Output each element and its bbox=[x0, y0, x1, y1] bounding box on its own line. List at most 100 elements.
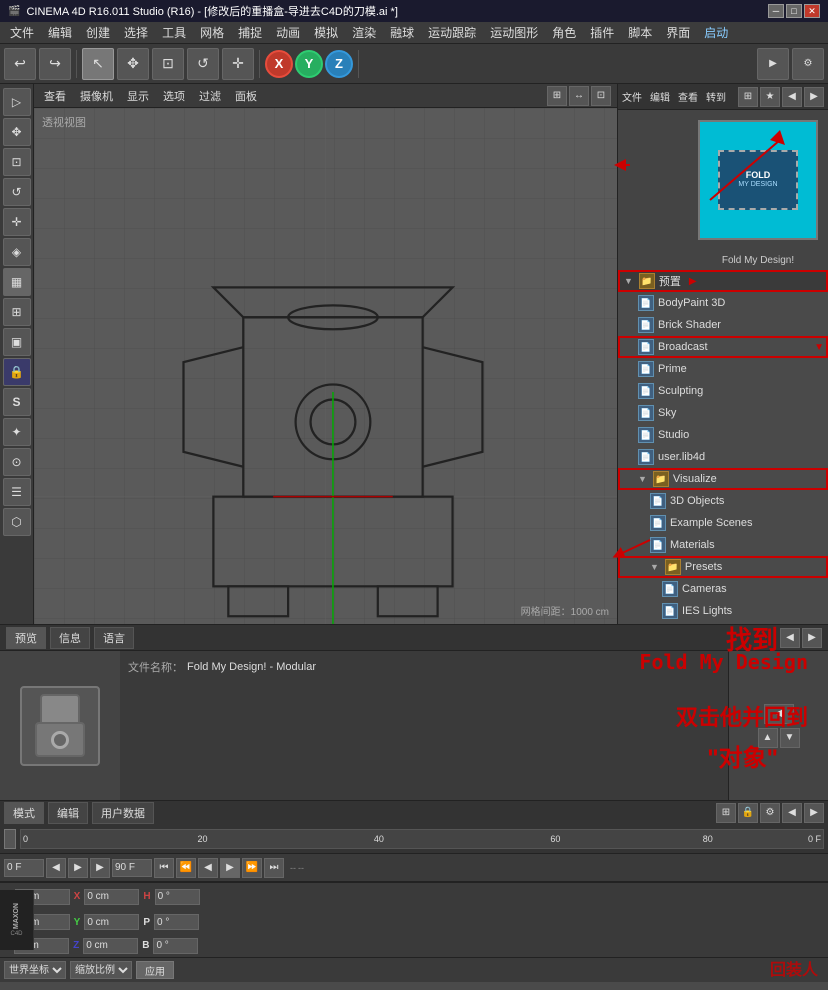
viewport-tab-view[interactable]: 查看 bbox=[40, 87, 70, 105]
frame-fwd-btn[interactable]: ▶ bbox=[90, 858, 110, 878]
coord-b-input[interactable] bbox=[153, 938, 198, 954]
current-frame-input[interactable] bbox=[4, 859, 44, 877]
viewport-tab-panel[interactable]: 面板 bbox=[231, 87, 261, 105]
tree-item-userlib[interactable]: 📄 user.lib4d bbox=[618, 446, 828, 468]
menu-motiontrack[interactable]: 运动跟踪 bbox=[422, 22, 482, 43]
content-icon-4[interactable]: ▶ bbox=[804, 87, 824, 107]
close-button[interactable]: ✕ bbox=[804, 4, 820, 18]
coord-y2-input[interactable] bbox=[84, 914, 139, 930]
bottom-bar-icon-3[interactable]: ⚙ bbox=[760, 803, 780, 823]
coord-z2-input[interactable] bbox=[83, 938, 138, 954]
viewport-tab-camera[interactable]: 摄像机 bbox=[76, 87, 117, 105]
tree-item-sky[interactable]: 📄 Sky bbox=[618, 402, 828, 424]
render-settings[interactable]: ⚙ bbox=[792, 48, 824, 80]
menu-tools[interactable]: 工具 bbox=[156, 22, 192, 43]
tree-item-cameras[interactable]: 📄 Cameras bbox=[618, 578, 828, 600]
menu-character[interactable]: 角色 bbox=[546, 22, 582, 43]
transform-tool[interactable]: ✛ bbox=[222, 48, 254, 80]
viewport-btn-3[interactable]: ⊡ bbox=[591, 86, 611, 106]
minimize-button[interactable]: ─ bbox=[768, 4, 784, 18]
content-icon-1[interactable]: ⊞ bbox=[738, 87, 758, 107]
tab-preview[interactable]: 预览 bbox=[6, 627, 46, 649]
axis-y-button[interactable]: Y bbox=[295, 50, 323, 78]
axis-z-button[interactable]: Z bbox=[325, 50, 353, 78]
bottom-bar-tab-userdata[interactable]: 用户数据 bbox=[92, 802, 154, 824]
sidebar-icon-2[interactable]: ⊡ bbox=[3, 148, 31, 176]
menu-simulate[interactable]: 模拟 bbox=[308, 22, 344, 43]
sidebar-icon-7[interactable]: ⊞ bbox=[3, 298, 31, 326]
render-button[interactable]: ▶ bbox=[757, 48, 789, 80]
tree-item-visualize[interactable]: ▼ 📁 Visualize bbox=[618, 468, 828, 490]
frame-play-btn[interactable]: ▶ bbox=[68, 858, 88, 878]
content-menu-goto[interactable]: 转到 bbox=[706, 89, 726, 104]
axis-x-button[interactable]: X bbox=[265, 50, 293, 78]
frame-back-btn[interactable]: ◀ bbox=[46, 858, 66, 878]
viewport-3d[interactable]: 透视视图 bbox=[34, 108, 617, 624]
menu-create[interactable]: 创建 bbox=[80, 22, 116, 43]
bottom-right-btn-3[interactable]: ▼ bbox=[780, 728, 800, 748]
viewport-tab-display[interactable]: 显示 bbox=[123, 87, 153, 105]
apply-button[interactable]: 应用 bbox=[136, 961, 174, 979]
bottom-bar-icon-1[interactable]: ⊞ bbox=[716, 803, 736, 823]
content-menu-view[interactable]: 查看 bbox=[678, 89, 698, 104]
sidebar-icon-12[interactable]: ⊙ bbox=[3, 448, 31, 476]
sidebar-icon-6[interactable]: ▦ bbox=[3, 268, 31, 296]
tree-item-presets-sub[interactable]: ▼ 📁 Presets bbox=[618, 556, 828, 578]
move-tool[interactable]: ✥ bbox=[117, 48, 149, 80]
bottom-bar-tab-mode[interactable]: 模式 bbox=[4, 802, 44, 824]
menu-select[interactable]: 选择 bbox=[118, 22, 154, 43]
content-browser-tree[interactable]: ▼ 📁 预置 ▶ 📄 BodyPaint 3D 📄 Brick Shader 📄… bbox=[618, 270, 828, 624]
menu-plugin[interactable]: 插件 bbox=[584, 22, 620, 43]
transport-play[interactable]: ▶ bbox=[220, 858, 240, 878]
coord-h-input[interactable] bbox=[155, 889, 200, 905]
tree-item-3dobjects[interactable]: 📄 3D Objects bbox=[618, 490, 828, 512]
content-menu-edit[interactable]: 编辑 bbox=[650, 89, 670, 104]
menu-edit[interactable]: 编辑 bbox=[42, 22, 78, 43]
bottom-icon-2[interactable]: ▶ bbox=[802, 628, 822, 648]
transport-next[interactable]: ⏭ bbox=[264, 858, 284, 878]
maximize-button[interactable]: □ bbox=[786, 4, 802, 18]
bottom-right-btn-2[interactable]: ▲ bbox=[758, 728, 778, 748]
menu-start[interactable]: 启动 bbox=[698, 22, 734, 43]
sidebar-icon-10[interactable]: S bbox=[3, 388, 31, 416]
tree-item-broadcast[interactable]: 📄 Broadcast ▼ bbox=[618, 336, 828, 358]
viewport-btn-2[interactable]: ↔ bbox=[569, 86, 589, 106]
sidebar-icon-9[interactable]: 🔒 bbox=[3, 358, 31, 386]
bottom-right-btn-1[interactable]: ◀ bbox=[764, 704, 794, 724]
rotate-tool[interactable]: ↺ bbox=[187, 48, 219, 80]
sidebar-icon-14[interactable]: ⬡ bbox=[3, 508, 31, 536]
tree-item-studio[interactable]: 📄 Studio bbox=[618, 424, 828, 446]
transport-back[interactable]: ⏪ bbox=[176, 858, 196, 878]
sidebar-icon-1[interactable]: ✥ bbox=[3, 118, 31, 146]
viewport-tab-filter[interactable]: 过滤 bbox=[195, 87, 225, 105]
sidebar-icon-5[interactable]: ◈ bbox=[3, 238, 31, 266]
menu-script[interactable]: 脚本 bbox=[622, 22, 658, 43]
select-tool[interactable]: ↖ bbox=[82, 48, 114, 80]
menu-render[interactable]: 渲染 bbox=[346, 22, 382, 43]
bottom-bar-icon-2[interactable]: 🔒 bbox=[738, 803, 758, 823]
sidebar-icon-8[interactable]: ▣ bbox=[3, 328, 31, 356]
menu-animate[interactable]: 动画 bbox=[270, 22, 306, 43]
redo-button[interactable]: ↪ bbox=[39, 48, 71, 80]
transport-fwd[interactable]: ⏩ bbox=[242, 858, 262, 878]
coord-p-input[interactable] bbox=[154, 914, 199, 930]
tab-info[interactable]: 信息 bbox=[50, 627, 90, 649]
sidebar-icon-3[interactable]: ↺ bbox=[3, 178, 31, 206]
tree-item-example[interactable]: 📄 Example Scenes bbox=[618, 512, 828, 534]
bottom-bar-icon-5[interactable]: ▶ bbox=[804, 803, 824, 823]
scale-select[interactable]: 缩放比例 bbox=[70, 961, 132, 979]
transport-play-back[interactable]: ◀ bbox=[198, 858, 218, 878]
sidebar-icon-13[interactable]: ☰ bbox=[3, 478, 31, 506]
viewport-tab-options[interactable]: 选项 bbox=[159, 87, 189, 105]
menu-interface[interactable]: 界面 bbox=[660, 22, 696, 43]
tree-item-light-setups[interactable]: 📄 Light Setups bbox=[618, 622, 828, 624]
sidebar-icon-0[interactable]: ▷ bbox=[3, 88, 31, 116]
tab-language[interactable]: 语言 bbox=[94, 627, 134, 649]
coord-x2-input[interactable] bbox=[84, 889, 139, 905]
tree-item-brick[interactable]: 📄 Brick Shader bbox=[618, 314, 828, 336]
bottom-bar-icon-4[interactable]: ◀ bbox=[782, 803, 802, 823]
sidebar-icon-4[interactable]: ✛ bbox=[3, 208, 31, 236]
tree-item-prime[interactable]: 📄 Prime bbox=[618, 358, 828, 380]
sidebar-icon-11[interactable]: ✦ bbox=[3, 418, 31, 446]
tree-item-bodypaint[interactable]: 📄 BodyPaint 3D bbox=[618, 292, 828, 314]
